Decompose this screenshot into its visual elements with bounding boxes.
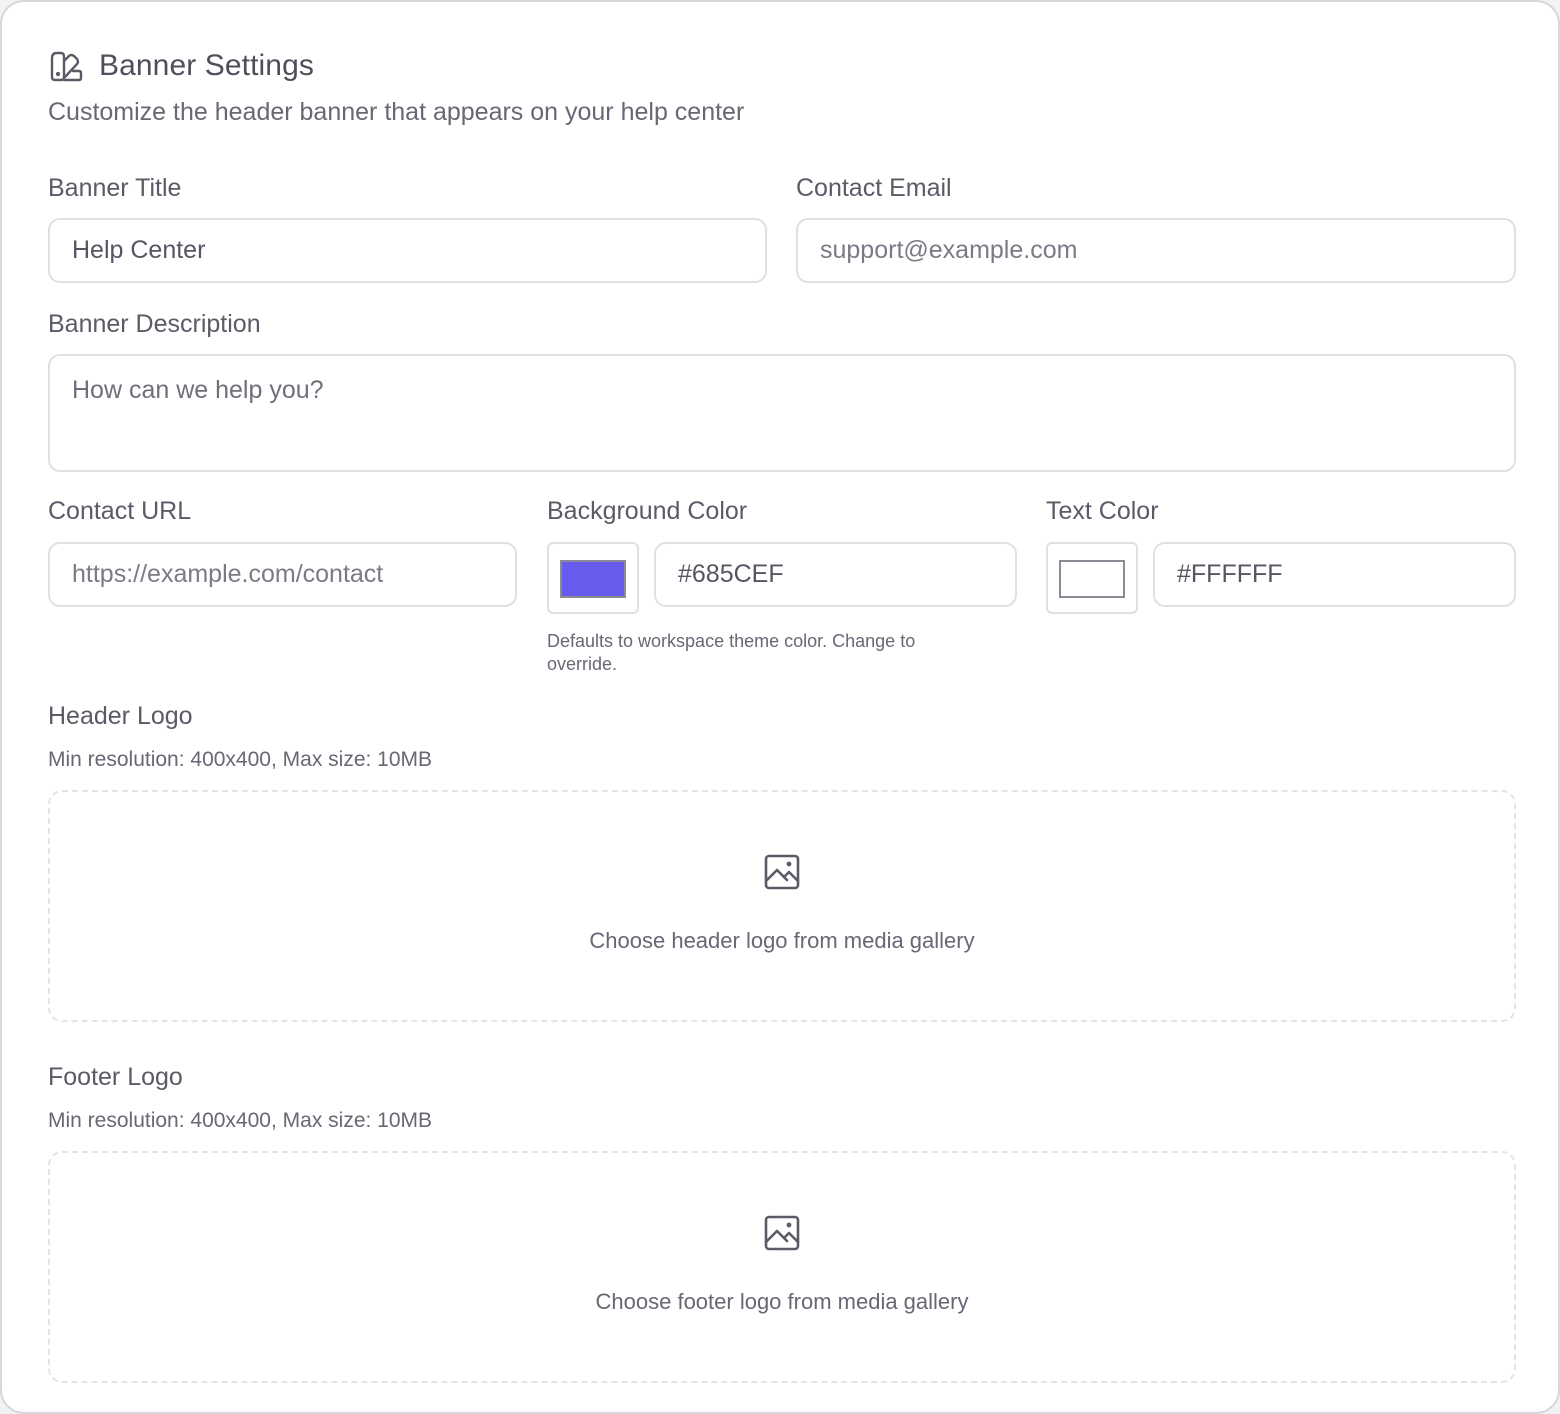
header-logo-dropzone-text: Choose header logo from media gallery	[589, 927, 975, 953]
header-logo-label: Header Logo	[48, 702, 193, 730]
background-color-label: Background Color	[547, 497, 748, 525]
header-logo-requirements: Min resolution: 400x400, Max size: 10MB	[48, 748, 433, 771]
banner-title-label: Banner Title	[48, 174, 182, 202]
image-icon	[764, 1215, 800, 1250]
background-color-input[interactable]: #685CEF	[654, 542, 1017, 607]
background-color-hint: Defaults to workspace theme color. Chang…	[547, 631, 916, 674]
text-color-label: Text Color	[1046, 497, 1159, 525]
text-color-swatch	[1059, 560, 1125, 598]
banner-edit-icon	[50, 51, 83, 82]
banner-description-label: Banner Description	[48, 310, 261, 338]
background-color-picker[interactable]	[547, 542, 639, 614]
header-logo-dropzone[interactable]: Choose header logo from media gallery	[48, 790, 1516, 1022]
section-header: Banner Settings	[48, 48, 314, 84]
banner-title-input[interactable]: Help Center	[48, 218, 767, 283]
background-color-swatch	[560, 560, 626, 598]
text-color-input[interactable]: #FFFFFF	[1153, 542, 1516, 607]
text-color-picker[interactable]	[1046, 542, 1138, 614]
contact-email-input[interactable]: support@example.com	[796, 218, 1516, 283]
footer-logo-dropzone-text: Choose footer logo from media gallery	[595, 1288, 969, 1314]
page-title: Banner Settings	[99, 49, 314, 82]
contact-url-label: Contact URL	[48, 497, 192, 525]
contact-url-input[interactable]: https://example.com/contact	[48, 542, 517, 607]
footer-logo-dropzone[interactable]: Choose footer logo from media gallery	[48, 1151, 1516, 1383]
banner-description-textarea[interactable]: How can we help you?	[48, 354, 1516, 472]
contact-email-label: Contact Email	[796, 174, 952, 202]
footer-logo-label: Footer Logo	[48, 1063, 183, 1091]
page-subtitle: Customize the header banner that appears…	[48, 98, 745, 126]
image-icon	[764, 854, 800, 889]
banner-settings-card: Banner Settings Customize the header ban…	[0, 0, 1560, 1414]
footer-logo-requirements: Min resolution: 400x400, Max size: 10MB	[48, 1109, 433, 1132]
